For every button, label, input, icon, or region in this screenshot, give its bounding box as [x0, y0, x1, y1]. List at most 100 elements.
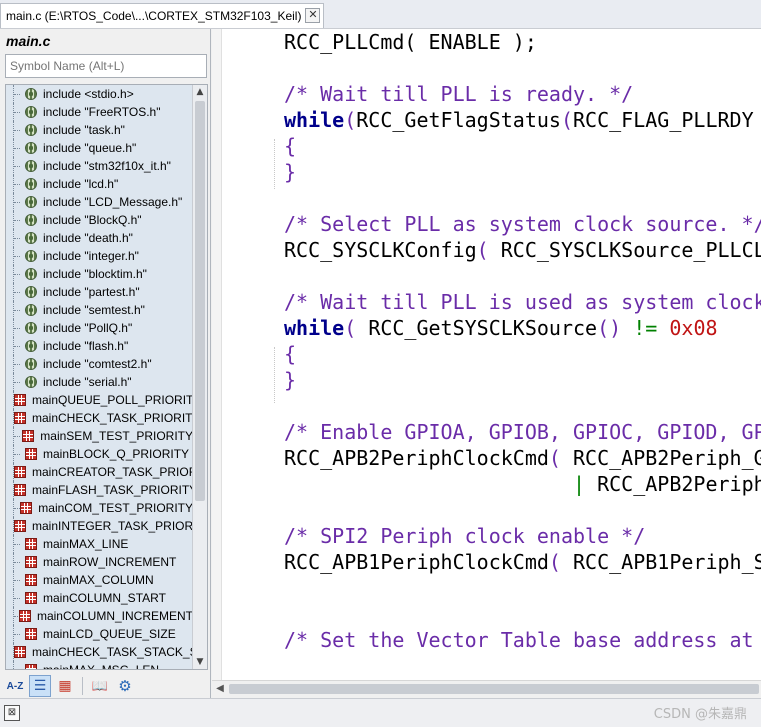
- symbol-list-item[interactable]: include "integer.h": [6, 247, 193, 265]
- tree-connector: [13, 535, 25, 553]
- scrollbar-thumb[interactable]: [229, 684, 759, 694]
- code-line[interactable]: [284, 497, 761, 523]
- define-icon: [25, 448, 37, 460]
- close-icon[interactable]: ✕: [305, 8, 321, 23]
- symbol-toolbar: A-Z ☰ ▦ 📖 ⚙: [4, 673, 136, 699]
- code-line[interactable]: [284, 393, 761, 419]
- symbol-search-input[interactable]: [5, 54, 207, 78]
- code-content[interactable]: RCC_PLLCmd( ENABLE ); /* Wait till PLL is…: [284, 29, 761, 653]
- include-icon: [25, 268, 37, 280]
- define-icon: [14, 394, 26, 406]
- code-line[interactable]: /* SPI2 Periph clock enable */: [284, 523, 761, 549]
- code-line[interactable]: [284, 601, 761, 627]
- symbol-list-item[interactable]: mainQUEUE_POLL_PRIORITY: [6, 391, 193, 409]
- code-token-comment: /* SPI2 Periph clock enable */: [284, 524, 646, 548]
- symbol-list[interactable]: include <stdio.h> include "FreeRTOS.h" inc…: [5, 84, 208, 670]
- define-icon: [14, 484, 26, 496]
- symbol-list-item[interactable]: include <stdio.h>: [6, 85, 193, 103]
- symbol-list-item[interactable]: mainMAX_COLUMN: [6, 571, 193, 589]
- code-line[interactable]: /* Select PLL as system clock source. */: [284, 211, 761, 237]
- tree-connector: [13, 427, 22, 445]
- symbol-list-item[interactable]: mainMAX_LINE: [6, 535, 193, 553]
- symbol-list-scrollbar[interactable]: ▲ ▼: [192, 85, 207, 669]
- scroll-left-icon[interactable]: ◀: [212, 681, 228, 697]
- code-line[interactable]: [284, 185, 761, 211]
- tree-connector: [13, 85, 25, 103]
- scroll-down-icon[interactable]: ▼: [193, 655, 207, 669]
- symbol-list-item[interactable]: mainCHECK_TASK_STACK_SIZE: [6, 643, 193, 661]
- scrollbar-thumb[interactable]: [195, 101, 205, 501]
- symbol-list-item[interactable]: include "PollQ.h": [6, 319, 193, 337]
- code-line[interactable]: /* Enable GPIOA, GPIOB, GPIOC, GPIOD, GP…: [284, 419, 761, 445]
- sort-az-button[interactable]: A-Z: [4, 675, 26, 697]
- symbol-list-item[interactable]: include "LCD_Message.h": [6, 193, 193, 211]
- symbol-list-item[interactable]: include "queue.h": [6, 139, 193, 157]
- symbol-list-item[interactable]: mainROW_INCREMENT: [6, 553, 193, 571]
- symbol-list-item[interactable]: mainCOLUMN_START: [6, 589, 193, 607]
- tab-main-c[interactable]: main.c (E:\RTOS_Code\...\CORTEX_STM32F10…: [0, 3, 325, 28]
- editor-gutter: [212, 29, 222, 680]
- symbol-list-item[interactable]: include "BlockQ.h": [6, 211, 193, 229]
- symbol-list-item[interactable]: mainCOM_TEST_PRIORITY: [6, 499, 193, 517]
- code-line[interactable]: /* Wait till PLL is ready. */: [284, 81, 761, 107]
- code-token-comment: /* Select PLL as system clock source. */: [284, 212, 761, 236]
- tree-connector: [13, 373, 25, 391]
- category-view-button[interactable]: ▦: [54, 675, 76, 697]
- include-icon: [25, 304, 37, 316]
- symbol-list-item[interactable]: mainCOLUMN_INCREMENT: [6, 607, 193, 625]
- status-icon[interactable]: ⊠: [4, 705, 20, 721]
- code-token-bracket: (: [548, 446, 573, 470]
- editor-hscrollbar[interactable]: ◀: [212, 680, 761, 697]
- symbol-list-item[interactable]: include "serial.h": [6, 373, 193, 391]
- symbol-list-item[interactable]: mainLCD_QUEUE_SIZE: [6, 625, 193, 643]
- symbol-list-item[interactable]: include "semtest.h": [6, 301, 193, 319]
- symbol-list-item[interactable]: mainSEM_TEST_PRIORITY: [6, 427, 193, 445]
- symbol-list-item[interactable]: include "task.h": [6, 121, 193, 139]
- list-view-button[interactable]: ☰: [29, 675, 51, 697]
- code-line[interactable]: RCC_APB2PeriphClockCmd( RCC_APB2Periph_G…: [284, 445, 761, 471]
- define-icon: [22, 430, 35, 442]
- symbol-list-item[interactable]: include "FreeRTOS.h": [6, 103, 193, 121]
- code-line[interactable]: RCC_APB1PeriphClockCmd( RCC_APB1Periph_S…: [284, 549, 761, 575]
- symbol-list-item[interactable]: mainCHECK_TASK_PRIORITY: [6, 409, 193, 427]
- code-line[interactable]: [284, 575, 761, 601]
- code-token-plain: RCC_GetSYSCLKSource: [368, 316, 598, 340]
- define-icon: [25, 556, 37, 568]
- code-line[interactable]: while( RCC_GetSYSCLKSource() != 0x08: [284, 315, 761, 341]
- symbol-list-item[interactable]: include "death.h": [6, 229, 193, 247]
- symbol-list-item[interactable]: include "lcd.h": [6, 175, 193, 193]
- symbol-list-item[interactable]: include "stm32f10x_it.h": [6, 157, 193, 175]
- code-line[interactable]: RCC_SYSCLKConfig( RCC_SYSCLKSource_PLLCL…: [284, 237, 761, 263]
- code-line[interactable]: while(RCC_GetFlagStatus(RCC_FLAG_PLLRDY: [284, 107, 761, 133]
- symbol-label: include "PollQ.h": [43, 321, 133, 335]
- code-line[interactable]: [284, 55, 761, 81]
- include-icon: [25, 286, 37, 298]
- code-token-comment: /* Wait till PLL is used as system clock…: [284, 290, 761, 314]
- symbol-list-item[interactable]: mainCREATOR_TASK_PRIORITY: [6, 463, 193, 481]
- code-line[interactable]: | RCC_APB2Periph_GPIOE: [284, 471, 761, 497]
- symbol-list-item[interactable]: mainINTEGER_TASK_PRIORITY: [6, 517, 193, 535]
- symbol-label: include "partest.h": [43, 285, 140, 299]
- code-line[interactable]: }: [284, 159, 761, 185]
- code-line[interactable]: RCC_PLLCmd( ENABLE );: [284, 29, 761, 55]
- symbol-list-item[interactable]: include "blocktim.h": [6, 265, 193, 283]
- code-editor[interactable]: RCC_PLLCmd( ENABLE ); /* Wait till PLL is…: [212, 29, 761, 680]
- symbol-list-item[interactable]: include "flash.h": [6, 337, 193, 355]
- symbol-list-item[interactable]: mainBLOCK_Q_PRIORITY: [6, 445, 193, 463]
- symbol-list-item[interactable]: include "comtest2.h": [6, 355, 193, 373]
- book-button[interactable]: 📖: [89, 675, 111, 697]
- tree-connector: [13, 661, 25, 669]
- code-line[interactable]: {: [284, 341, 761, 367]
- code-line[interactable]: /* Wait till PLL is used as system clock…: [284, 289, 761, 315]
- symbol-list-item[interactable]: include "partest.h": [6, 283, 193, 301]
- code-line[interactable]: /* Set the Vector Table base address at …: [284, 627, 761, 653]
- symbol-list-item[interactable]: mainMAX_MSG_LEN: [6, 661, 193, 669]
- scroll-up-icon[interactable]: ▲: [193, 85, 207, 99]
- code-line[interactable]: [284, 263, 761, 289]
- code-line[interactable]: }: [284, 367, 761, 393]
- code-line[interactable]: {: [284, 133, 761, 159]
- settings-button[interactable]: ⚙: [114, 675, 136, 697]
- symbol-list-item[interactable]: mainFLASH_TASK_PRIORITY: [6, 481, 193, 499]
